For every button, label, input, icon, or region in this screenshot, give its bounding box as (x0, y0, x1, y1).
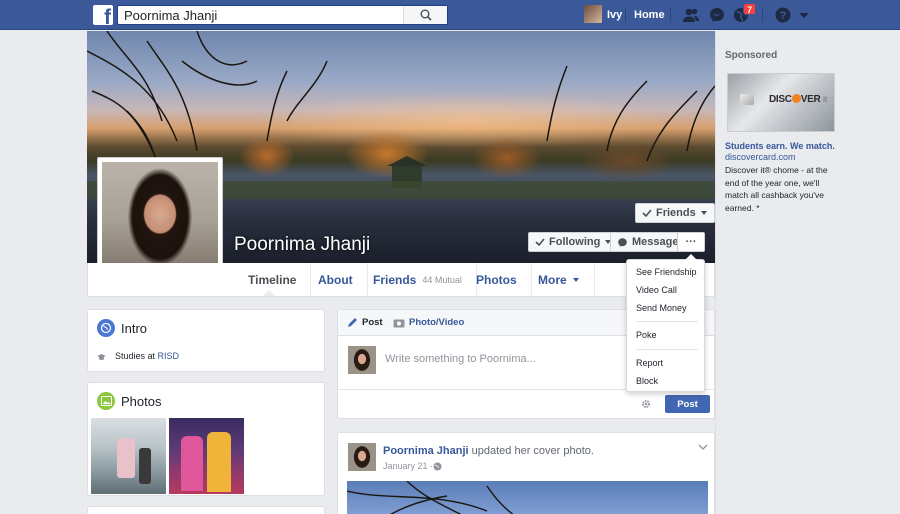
tab-timeline-label: Timeline (248, 272, 297, 287)
post-image-branches (347, 481, 514, 514)
post-button[interactable]: Post (665, 395, 710, 413)
ad-headline[interactable]: Students earn. We match. (725, 141, 835, 151)
photo-thumbnail[interactable] (169, 418, 244, 494)
intro-card: Intro Studies at RISD (87, 309, 325, 372)
search-button[interactable] (403, 6, 447, 24)
card-chip-icon (740, 94, 754, 105)
profile-picture-image (102, 162, 218, 278)
feed-post: Poornima Jhanji updated her cover photo.… (337, 432, 715, 514)
ad-url[interactable]: discovercard.com (725, 152, 796, 162)
composer-avatar (348, 346, 376, 374)
photos-title: Photos (121, 394, 162, 409)
intro-studies: Studies at RISD (115, 351, 179, 361)
menu-item-report[interactable]: Report (636, 358, 663, 368)
svg-text:?: ? (780, 10, 787, 22)
tab-about-label: About (318, 272, 353, 287)
more-options-menu: See Friendship Video Call Send Money Pok… (626, 254, 705, 392)
pencil-icon (348, 318, 357, 327)
friends-button[interactable]: Friends (635, 203, 715, 223)
menu-divider (636, 321, 698, 322)
more-options-button[interactable]: ··· (677, 232, 705, 252)
profile-name[interactable]: Poornima Jhanji (234, 234, 370, 256)
post-action: updated her cover photo. (471, 445, 594, 457)
studies-prefix: Studies at (115, 351, 156, 361)
post-tab[interactable]: Post (347, 317, 383, 328)
intro-title: Intro (121, 321, 148, 336)
menu-divider (636, 349, 698, 350)
home-link[interactable]: Home (634, 9, 665, 21)
chevron-down-icon (572, 277, 579, 282)
timeline-navigation: Timeline About Friends 44 Mutual Photos M… (87, 263, 715, 297)
nav-divider (625, 8, 626, 22)
school-link[interactable]: RISD (158, 351, 180, 361)
post-header: Poornima Jhanji updated her cover photo. (383, 445, 594, 457)
photo-video-tab-label: Photo/Video (409, 317, 465, 328)
menu-item-video-call[interactable]: Video Call (636, 285, 677, 295)
nav-divider (670, 8, 671, 22)
ad-brand-logo: DISC VER it (769, 94, 828, 105)
mutual-friends-count: 44 Mutual (422, 274, 462, 285)
menu-notch (685, 254, 697, 260)
facebook-logo-icon[interactable]: f (93, 5, 113, 25)
post-author-avatar[interactable] (348, 443, 376, 471)
more-options-label: ··· (685, 236, 697, 248)
account-menu-chevron-icon[interactable] (795, 6, 813, 24)
photo-thumbnail[interactable] (91, 418, 166, 494)
menu-item-see-friendship[interactable]: See Friendship (636, 267, 697, 277)
photos-card: Photos (87, 382, 325, 496)
menu-item-block[interactable]: Block (636, 376, 658, 386)
top-navigation-bar: f Ivy Home 7 ? (0, 0, 900, 30)
post-date[interactable]: January 21 · (383, 461, 433, 471)
post-author-link[interactable]: Poornima Jhanji (383, 445, 469, 457)
tab-more-label: More (538, 272, 567, 287)
search-box (117, 5, 448, 25)
post-meta: January 21 · (383, 461, 442, 471)
photo-video-tab[interactable]: Photo/Video (393, 317, 464, 328)
sidebar-divider (715, 31, 716, 514)
photos-icon (97, 392, 115, 410)
message-button[interactable]: Message (610, 232, 686, 252)
messenger-icon (618, 237, 627, 247)
menu-item-send-money[interactable]: Send Money (636, 303, 687, 313)
post-options-chevron-icon[interactable] (698, 443, 708, 451)
post-cover-image[interactable] (347, 481, 708, 514)
composer-input[interactable]: Write something to Poornima... (385, 353, 536, 365)
following-button[interactable]: Following (528, 232, 620, 252)
notification-count-badge: 7 (743, 3, 757, 15)
user-name-link[interactable]: Ivy (607, 9, 622, 21)
help-icon[interactable]: ? (774, 6, 792, 24)
user-avatar[interactable] (584, 5, 602, 23)
friend-requests-icon[interactable] (682, 6, 700, 24)
globe-icon (97, 319, 115, 337)
education-icon (97, 354, 106, 360)
sponsored-heading: Sponsored (725, 50, 778, 61)
friends-button-label: Friends (656, 207, 696, 219)
tab-friends-label: Friends (373, 272, 417, 287)
messenger-icon[interactable] (708, 6, 726, 24)
checkmark-icon (535, 238, 545, 247)
ad-image[interactable]: DISC VER it (727, 73, 835, 132)
settings-gear-icon[interactable] (641, 399, 651, 409)
message-button-label: Message (632, 236, 679, 248)
chevron-down-icon (700, 211, 707, 215)
checkmark-icon (642, 209, 652, 218)
camera-icon (393, 319, 405, 327)
search-input[interactable] (118, 6, 408, 24)
search-icon (420, 9, 432, 21)
menu-item-poke[interactable]: Poke (636, 330, 657, 340)
ad-body-text: Discover it® chome - at the end of the y… (725, 165, 828, 213)
active-tab-pointer (263, 290, 275, 296)
next-card (87, 506, 325, 514)
following-button-label: Following (549, 236, 601, 248)
post-tab-label: Post (362, 317, 383, 328)
public-globe-icon (433, 462, 442, 470)
nav-divider (762, 8, 763, 22)
tab-friends[interactable]: Friends 44 Mutual (359, 263, 477, 296)
tab-photos-label: Photos (476, 272, 517, 287)
tab-more[interactable]: More (524, 263, 595, 296)
tab-photos[interactable]: Photos (462, 263, 532, 296)
